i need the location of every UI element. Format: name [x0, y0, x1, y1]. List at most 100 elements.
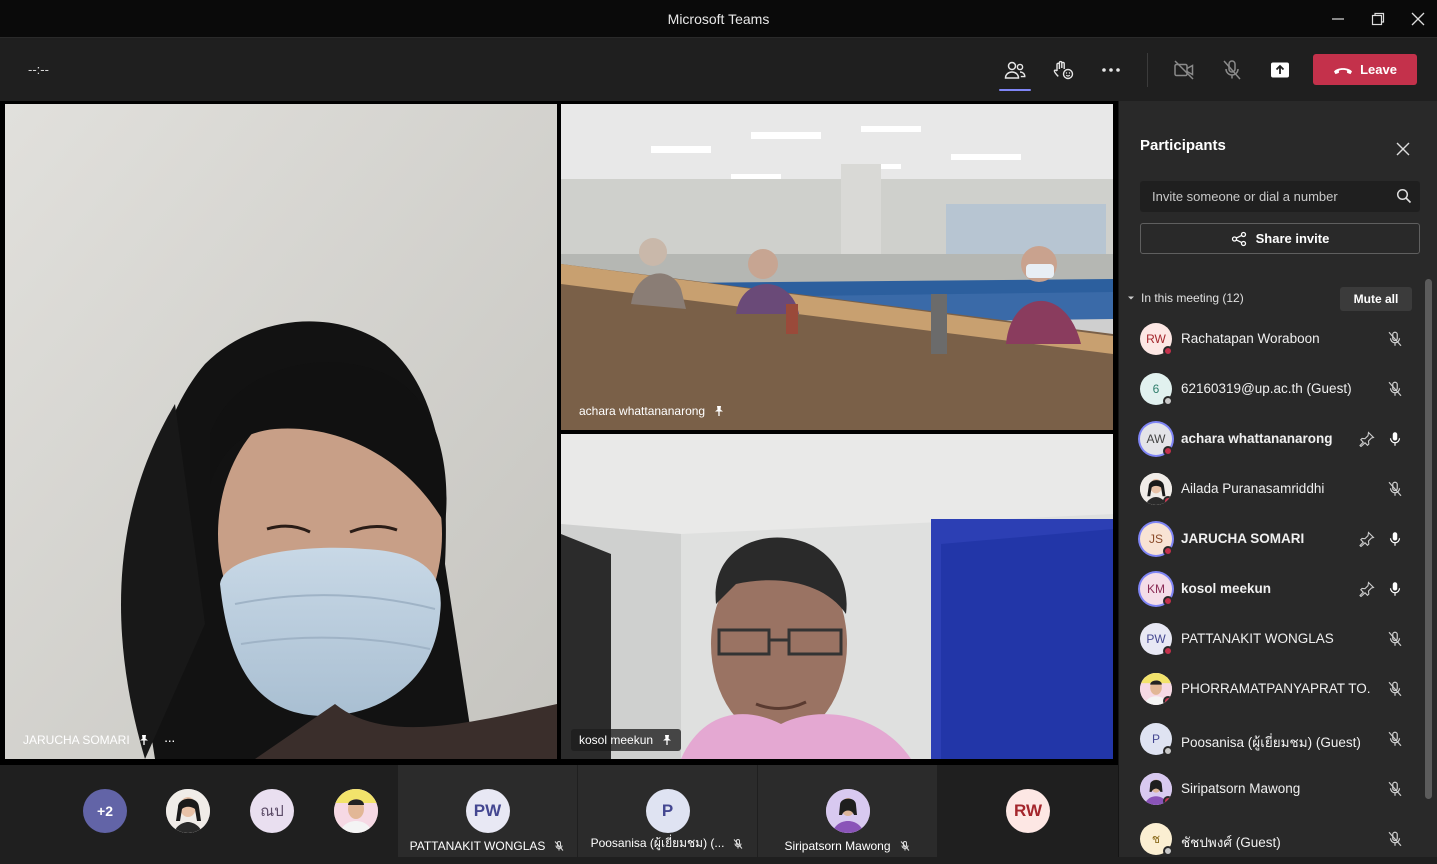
close-window-button[interactable] [1405, 6, 1431, 32]
participant-video-image [5, 104, 557, 759]
participant-list: RW Rachatapan Woraboon 6 62160319@up.ac.… [1119, 314, 1425, 864]
section-label: In this meeting (12) [1141, 291, 1244, 305]
participant-row[interactable]: KM kosol meekun [1119, 564, 1425, 614]
avatar: AW [1140, 423, 1173, 456]
participant-row[interactable]: PHORRAMATPANYAPRAT TO... [1119, 664, 1425, 714]
mic-off-icon [1388, 681, 1402, 697]
invite-search-input[interactable]: Invite someone or dial a number [1140, 181, 1420, 212]
strip-card-name: Siripatsorn Mawong [784, 839, 891, 853]
avatar [1140, 473, 1172, 505]
participant-row[interactable]: PW PATTANAKIT WONGLAS [1119, 614, 1425, 664]
strip-avatar-initials: PW [465, 789, 510, 833]
meeting-timer: --:-- [28, 62, 49, 77]
tile-name: kosol meekun [579, 733, 654, 747]
strip-avatar-initials[interactable]: ณป [250, 789, 294, 833]
restore-button[interactable] [1365, 6, 1391, 32]
participant-row[interactable]: 6 62160319@up.ac.th (Guest) [1119, 364, 1425, 414]
strip-avatar-initials[interactable]: RW [1006, 789, 1050, 833]
camera-off-icon [1174, 60, 1194, 80]
participant-name: kosol meekun [1181, 581, 1272, 596]
mic-icon [1389, 532, 1401, 546]
mute-all-button[interactable]: Mute all [1340, 287, 1412, 311]
avatar [1140, 773, 1172, 805]
pin-icon [1359, 531, 1375, 547]
avatar: KM [1140, 573, 1173, 606]
video-tile-achara[interactable]: achara whattananarong [561, 104, 1113, 430]
overflow-participants-button[interactable]: +2 [83, 789, 127, 833]
participant-row[interactable]: RW Rachatapan Woraboon [1119, 314, 1425, 364]
mic-off-icon [734, 838, 743, 849]
strip-card-name: Poosanisa (ผู้เยี่ยมชม) (... [590, 836, 725, 850]
close-panel-button[interactable] [1393, 139, 1413, 159]
avatar: 6 [1140, 373, 1173, 406]
participants-scrollbar[interactable] [1425, 279, 1432, 799]
mic-off-icon [1388, 381, 1402, 397]
participant-row[interactable]: Ailada Puranasamriddhi [1119, 464, 1425, 514]
mic-off-icon [900, 841, 909, 851]
avatar: ช [1140, 823, 1173, 856]
strip-card-label: Siripatsorn Mawong [758, 839, 937, 853]
close-icon [1396, 142, 1410, 156]
share-icon [1231, 231, 1246, 246]
mic-off-icon [1388, 631, 1402, 647]
avatar: RW [1140, 323, 1173, 356]
share-invite-button[interactable]: Share invite [1140, 223, 1420, 254]
participant-row[interactable]: AW achara whattananarong [1119, 414, 1425, 464]
tile-name: JARUCHA SOMARI [23, 733, 130, 747]
mic-off-icon [1388, 831, 1402, 847]
reactions-button[interactable] [1046, 53, 1080, 87]
strip-avatar-initials: P [645, 789, 690, 833]
participant-name: achara whattananarong [1181, 431, 1333, 446]
strip-card-label: PATTANAKIT WONGLAS [398, 839, 577, 853]
close-icon [1411, 12, 1425, 26]
minimize-icon [1332, 18, 1344, 20]
strip-card-siripatsorn[interactable]: Siripatsorn Mawong [758, 765, 937, 857]
mic-icon [1389, 432, 1401, 446]
participant-name: JARUCHA SOMARI [1181, 531, 1305, 546]
video-tile-jarucha[interactable]: JARUCHA SOMARI ··· [5, 104, 557, 759]
mic-off-icon [1388, 481, 1402, 497]
pin-icon [139, 735, 148, 745]
leave-button[interactable]: Leave [1313, 54, 1417, 85]
participant-row[interactable]: JS JARUCHA SOMARI [1119, 514, 1425, 564]
more-icon [1102, 68, 1120, 72]
pin-icon [1359, 431, 1375, 447]
tile-name-label: kosol meekun [571, 729, 682, 751]
camera-button[interactable] [1167, 53, 1201, 87]
strip-card-pattanakit[interactable]: PW PATTANAKIT WONGLAS [398, 765, 577, 857]
participant-name: 62160319@up.ac.th (Guest) [1181, 381, 1352, 396]
participant-row[interactable]: Siripatsorn Mawong [1119, 764, 1425, 814]
avatar [1140, 673, 1172, 705]
avatar-photo [166, 789, 210, 833]
meeting-toolbar: --:-- Leave [0, 39, 1437, 101]
mic-off-icon [1388, 731, 1402, 747]
participant-name: ชัชปพงศ์ (Guest) [1181, 835, 1281, 850]
minimize-button[interactable] [1325, 6, 1351, 32]
strip-card-poosanisa[interactable]: P Poosanisa (ผู้เยี่ยมชม) (... [578, 765, 757, 857]
more-actions-button[interactable] [1094, 53, 1128, 87]
in-meeting-section-toggle[interactable]: In this meeting (12) [1127, 291, 1244, 305]
share-screen-button[interactable] [1263, 53, 1297, 87]
participant-strip: +2 ณป PW PATTANAKIT WONGLAS P Poosanisa … [0, 765, 1118, 857]
strip-card-label: Poosanisa (ผู้เยี่ยมชม) (... [578, 834, 757, 853]
participant-name: PATTANAKIT WONGLAS [1181, 631, 1334, 646]
tile-more-button[interactable]: ··· [164, 732, 176, 748]
participant-row[interactable]: P Poosanisa (ผู้เยี่ยมชม) (Guest) [1119, 714, 1425, 764]
mic-button[interactable] [1215, 53, 1249, 87]
avatar-photo [334, 789, 378, 833]
strip-avatar-photo [825, 789, 870, 833]
mic-off-icon [1388, 331, 1402, 347]
strip-avatar-photo[interactable] [166, 789, 210, 833]
leave-label: Leave [1360, 62, 1397, 77]
avatar: P [1140, 723, 1173, 756]
search-icon [1396, 188, 1412, 204]
participant-name: Poosanisa (ผู้เยี่ยมชม) (Guest) [1181, 735, 1361, 750]
video-tile-kosol[interactable]: kosol meekun [561, 434, 1113, 759]
pin-icon [1359, 581, 1375, 597]
pin-icon [663, 735, 672, 745]
strip-avatar-photo[interactable] [334, 789, 378, 833]
avatar: JS [1140, 523, 1173, 556]
avatar: PW [1140, 623, 1173, 656]
show-participants-button[interactable] [998, 53, 1032, 91]
window-title: Microsoft Teams [667, 11, 770, 27]
